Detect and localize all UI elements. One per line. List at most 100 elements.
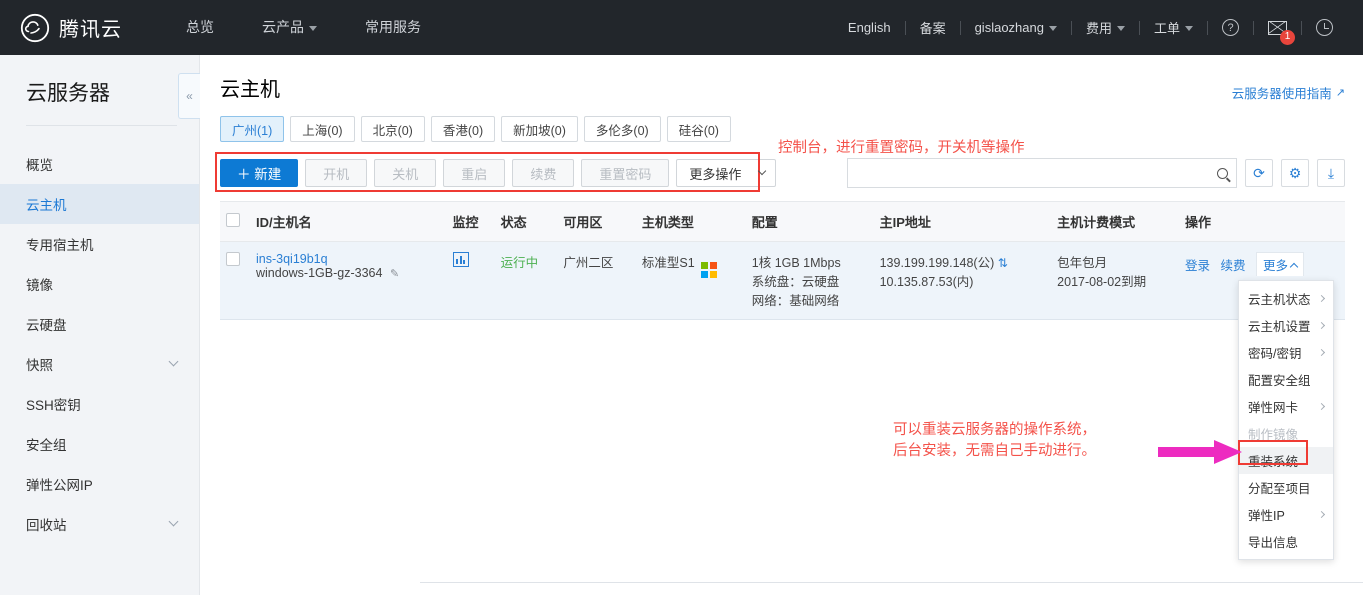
messages-button[interactable]: 1 <box>1254 20 1301 45</box>
search-icon[interactable] <box>1217 167 1228 179</box>
create-instance-button[interactable]: ＋ 新建 <box>220 159 299 187</box>
select-all-checkbox[interactable] <box>226 213 240 227</box>
brand-name: 腾讯云 <box>59 19 122 41</box>
renew-button[interactable]: 续费 <box>512 159 575 187</box>
refresh-button[interactable]: ⟳ <box>1245 159 1273 187</box>
menu-item-elastic-nic[interactable]: 弹性网卡 <box>1239 393 1333 420</box>
renew-link[interactable]: 续费 <box>1221 259 1246 273</box>
nav-item-beian[interactable]: 备案 <box>906 18 960 37</box>
main-content: 云主机 云服务器使用指南 ↗ 广州(1) 上海(0) 北京(0) 香港(0) 新… <box>200 55 1363 595</box>
config-line: 网络：基础网络 <box>751 294 840 308</box>
sidebar-item-label: 回收站 <box>26 518 67 533</box>
chevron-right-icon <box>1317 294 1326 303</box>
nav-item-billing[interactable]: 费用 <box>1072 18 1139 37</box>
row-more-button[interactable]: 更多 <box>1256 252 1305 276</box>
instance-id-link[interactable]: ins-3qi19b1q <box>256 252 441 266</box>
power-on-button[interactable]: 开机 <box>305 159 368 187</box>
region-tab-singapore[interactable]: 新加坡(0) <box>501 116 578 142</box>
sidebar-item-snapshot[interactable]: 快照 <box>0 344 199 384</box>
instance-table: ID/主机名 监控 状态 可用区 主机类型 配置 主IP地址 主机计费模式 操作 <box>220 201 1345 320</box>
nav-item-common-services[interactable]: 常用服务 <box>341 0 445 55</box>
clock-icon <box>1316 19 1333 36</box>
menu-item-label: 分配至项目 <box>1248 482 1311 496</box>
menu-item-reinstall-system[interactable]: 重装系统 <box>1239 447 1333 474</box>
region-tab-shanghai[interactable]: 上海(0) <box>290 116 355 142</box>
column-settings-button[interactable]: ⚙ <box>1281 159 1309 187</box>
nav-label: 云产品 <box>262 19 304 35</box>
sidebar: 云服务器 概览 云主机 专用宿主机 镜像 云硬盘 快照 SSH密钥 安全组 弹性… <box>0 55 200 595</box>
menu-item-label: 制作镜像 <box>1248 428 1299 442</box>
chevron-down-icon <box>168 516 179 526</box>
column-header-billing: 主机计费模式 <box>1051 201 1180 242</box>
restart-button[interactable]: 重启 <box>443 159 506 187</box>
nav-item-overview[interactable]: 总览 <box>162 0 238 55</box>
sidebar-collapse-button[interactable]: « <box>178 73 200 119</box>
sidebar-item-instances[interactable]: 云主机 <box>0 184 199 224</box>
divider <box>26 125 177 126</box>
sidebar-item-label: 云硬盘 <box>26 318 67 333</box>
menu-item-label: 云主机状态 <box>1248 293 1311 307</box>
region-tab-guangzhou[interactable]: 广州(1) <box>220 116 285 142</box>
pencil-icon[interactable]: ✎ <box>390 268 399 280</box>
region-tab-toronto[interactable]: 多伦多(0) <box>583 116 661 142</box>
history-button[interactable] <box>1302 19 1347 36</box>
sidebar-item-ssh-keys[interactable]: SSH密钥 <box>0 384 199 424</box>
nav-item-english[interactable]: English <box>834 20 905 35</box>
billing-mode: 包年包月 <box>1057 256 1108 270</box>
menu-item-export-info[interactable]: 导出信息 <box>1239 528 1333 555</box>
nav-item-tickets[interactable]: 工单 <box>1140 18 1207 37</box>
more-actions-label: 更多操作 <box>689 166 742 182</box>
region-tabs: 广州(1) 上海(0) 北京(0) 香港(0) 新加坡(0) 多伦多(0) 硅谷… <box>220 116 1345 142</box>
sidebar-item-label: 快照 <box>26 358 53 373</box>
row-checkbox[interactable] <box>226 252 240 266</box>
menu-item-label: 弹性网卡 <box>1248 401 1299 415</box>
sidebar-item-security-group[interactable]: 安全组 <box>0 424 199 464</box>
sidebar-item-overview[interactable]: 概览 <box>0 144 199 184</box>
export-button[interactable]: ⤓ <box>1317 159 1345 187</box>
sidebar-item-dedicated-host[interactable]: 专用宿主机 <box>0 224 199 264</box>
more-actions-dropdown[interactable]: 更多操作 <box>676 159 777 187</box>
help-button[interactable]: ? <box>1208 19 1253 36</box>
sidebar-item-label: 概览 <box>26 158 53 173</box>
copy-icon[interactable]: ⇅ <box>998 256 1008 270</box>
sidebar-item-images[interactable]: 镜像 <box>0 264 199 304</box>
nav-item-account[interactable]: gislaozhang <box>961 20 1071 35</box>
button-label: 重启 <box>461 166 488 182</box>
cell-instance-type: 标准型S1 <box>635 241 746 320</box>
nav-item-cloud-products[interactable]: 云产品 <box>238 0 341 55</box>
action-toolbar: ＋ 新建 开机 关机 重启 续费 重置密码 更多操作 ⟳ ⚙ ⤓ <box>215 152 1345 192</box>
arrow-right-icon <box>1158 440 1242 464</box>
menu-item-assign-to-project[interactable]: 分配至项目 <box>1239 474 1333 501</box>
sidebar-item-cloud-disk[interactable]: 云硬盘 <box>0 304 199 344</box>
nav-label: 费用 <box>1085 21 1112 36</box>
chevron-right-icon <box>1317 348 1326 357</box>
region-tab-siliconvalley[interactable]: 硅谷(0) <box>666 116 731 142</box>
menu-item-configure-security-group[interactable]: 配置安全组 <box>1239 366 1333 393</box>
region-tab-beijing[interactable]: 北京(0) <box>360 116 425 142</box>
row-select-cell <box>220 241 250 320</box>
search-box[interactable] <box>847 158 1237 188</box>
search-input[interactable] <box>858 164 1217 182</box>
sidebar-item-elastic-ip[interactable]: 弹性公网IP <box>0 464 199 504</box>
chevron-up-icon <box>1289 262 1299 271</box>
login-link[interactable]: 登录 <box>1185 259 1210 273</box>
cell-id-hostname: ins-3qi19b1q windows-1GB-gz-3364 ✎ <box>250 241 447 320</box>
table-header-row: ID/主机名 监控 状态 可用区 主机类型 配置 主IP地址 主机计费模式 操作 <box>220 201 1345 242</box>
sidebar-item-recycle-bin[interactable]: 回收站 <box>0 504 199 544</box>
button-label: 关机 <box>392 166 419 182</box>
menu-item-elastic-ip[interactable]: 弹性IP <box>1239 501 1333 528</box>
menu-item-instance-status[interactable]: 云主机状态 <box>1239 285 1333 312</box>
user-guide-link[interactable]: 云服务器使用指南 ↗ <box>1232 83 1345 102</box>
menu-item-instance-settings[interactable]: 云主机设置 <box>1239 312 1333 339</box>
top-header-bar: 腾讯云 总览 云产品 常用服务 English 备案 gislaozhang 费… <box>0 0 1363 55</box>
brand-logo[interactable]: 腾讯云 <box>20 13 122 43</box>
bar-chart-icon[interactable] <box>452 252 469 267</box>
cell-zone: 广州二区 <box>557 241 636 320</box>
menu-item-label: 弹性IP <box>1248 509 1285 523</box>
region-tab-hongkong[interactable]: 香港(0) <box>430 116 496 142</box>
sidebar-item-label: 安全组 <box>26 438 67 453</box>
menu-item-password-key[interactable]: 密码/密钥 <box>1239 339 1333 366</box>
column-header-type: 主机类型 <box>635 201 746 242</box>
power-off-button[interactable]: 关机 <box>374 159 437 187</box>
reset-password-button[interactable]: 重置密码 <box>581 159 670 187</box>
